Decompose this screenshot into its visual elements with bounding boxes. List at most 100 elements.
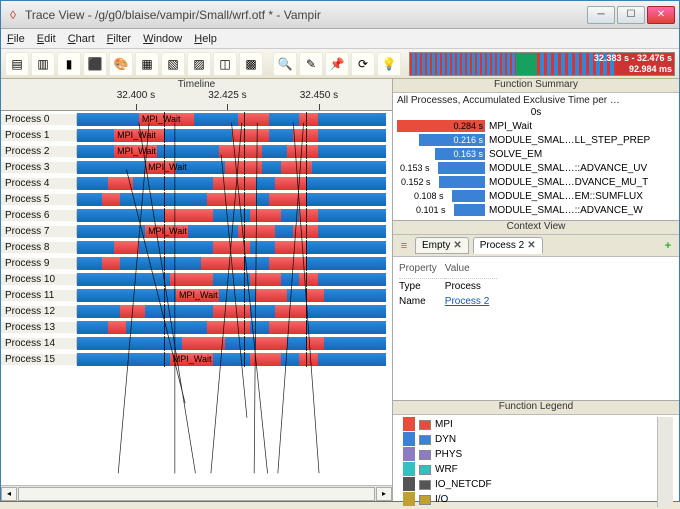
process-row[interactable]: Process 15MPI_Wait	[1, 351, 392, 367]
mpi-wait-bar[interactable]	[275, 241, 306, 254]
process-track[interactable]: MPI_Wait	[77, 225, 386, 238]
menu-help[interactable]: Help	[194, 33, 217, 45]
tab-empty[interactable]: Empty✕	[415, 237, 469, 254]
timeline-body[interactable]: Process 0MPI_WaitProcess 1MPI_WaitProces…	[1, 111, 392, 485]
grid1-icon[interactable]: ▧	[161, 52, 185, 76]
function-summary-row[interactable]: 0.108 sMODULE_SMAL…EM::SUMFLUX	[397, 189, 675, 203]
mpi-wait-bar[interactable]	[201, 257, 244, 270]
process-row[interactable]: Process 13	[1, 319, 392, 335]
process-row[interactable]: Process 12	[1, 303, 392, 319]
mpi-wait-bar[interactable]	[299, 113, 318, 126]
process-row[interactable]: Process 0MPI_Wait	[1, 111, 392, 127]
legend-item[interactable]: WRF	[419, 462, 653, 477]
legend-item[interactable]: DYN	[419, 432, 653, 447]
process-track[interactable]	[77, 257, 386, 270]
menu-edit[interactable]: Edit	[37, 33, 56, 45]
col-value[interactable]: Value	[445, 261, 497, 279]
process-track[interactable]: MPI_Wait	[77, 129, 386, 142]
function-summary-row[interactable]: 0.284 sMPI_Wait	[397, 119, 675, 133]
close-button[interactable]: ✕	[647, 6, 675, 24]
mpi-wait-bar[interactable]	[287, 145, 318, 158]
mpi-wait-bar[interactable]	[306, 289, 325, 302]
legend-item[interactable]: I/O	[419, 492, 653, 507]
grid2-icon[interactable]: ▨	[187, 52, 211, 76]
process-row[interactable]: Process 6	[1, 207, 392, 223]
legend-item[interactable]: PHYS	[419, 447, 653, 462]
process-icon[interactable]: ▥	[31, 52, 55, 76]
mpi-wait-bar[interactable]	[256, 337, 287, 350]
mpi-wait-bar[interactable]	[108, 321, 127, 334]
mpi-wait-bar[interactable]	[182, 337, 225, 350]
mpi-wait-bar[interactable]	[207, 193, 256, 206]
menu-filter[interactable]: Filter	[107, 33, 131, 45]
menu-chart[interactable]: Chart	[68, 33, 95, 45]
context-grid[interactable]: Property Value TypeProcessNameProcess 2	[393, 257, 679, 400]
mpi-wait-bar[interactable]	[102, 257, 121, 270]
palette-icon[interactable]: 🎨	[109, 52, 133, 76]
mpi-wait-bar[interactable]	[164, 209, 213, 222]
process-row[interactable]: Process 11MPI_Wait	[1, 287, 392, 303]
function-summary[interactable]: All Processes, Accumulated Exclusive Tim…	[393, 93, 679, 221]
prev-tab-icon[interactable]: ≡	[397, 239, 411, 253]
process-row[interactable]: Process 7MPI_Wait	[1, 223, 392, 239]
mpi-wait-bar[interactable]	[114, 241, 139, 254]
close-icon[interactable]: ✕	[527, 240, 535, 251]
add-tab-icon[interactable]: +	[661, 239, 675, 253]
process-track[interactable]	[77, 193, 386, 206]
mpi-wait-bar[interactable]	[299, 273, 318, 286]
process-row[interactable]: Process 3MPI_Wait	[1, 159, 392, 175]
summary-icon[interactable]: ▤	[5, 52, 29, 76]
function-summary-row[interactable]: 0.101 sMODULE_SMAL…::ADVANCE_W	[397, 203, 675, 217]
process-row[interactable]: Process 2MPI_Wait	[1, 143, 392, 159]
scroll-track[interactable]	[18, 487, 375, 501]
maximize-button[interactable]: ☐	[617, 6, 645, 24]
scroll-left-button[interactable]: ◂	[1, 487, 17, 501]
mpi-wait-bar[interactable]	[120, 305, 145, 318]
navigation-thumbnail[interactable]: 32.383 s - 32.476 s 92.984 ms	[409, 52, 675, 76]
mpi-wait-bar[interactable]	[108, 177, 133, 190]
compare-icon[interactable]: ◫	[213, 52, 237, 76]
search-icon[interactable]: ✎	[299, 52, 323, 76]
mpi-wait-bar[interactable]	[219, 145, 262, 158]
close-icon[interactable]: ✕	[453, 240, 461, 251]
tab-process-2[interactable]: Process 2✕	[473, 237, 543, 254]
bulb-icon[interactable]: 💡	[377, 52, 401, 76]
context-link[interactable]: Process 2	[445, 296, 489, 307]
function-summary-row[interactable]: 0.153 sMODULE_SMAL…::ADVANCE_UV	[397, 161, 675, 175]
mpi-wait-bar[interactable]	[170, 273, 213, 286]
mpi-wait-bar[interactable]	[250, 209, 281, 222]
bars-icon[interactable]: ▮	[57, 52, 81, 76]
process-track[interactable]: MPI_Wait	[77, 113, 386, 126]
process-track[interactable]: MPI_Wait	[77, 353, 386, 366]
timeline-hscrollbar[interactable]: ◂ ▸	[1, 485, 392, 501]
menu-window[interactable]: Window	[143, 33, 182, 45]
process-row[interactable]: Process 14	[1, 335, 392, 351]
process-row[interactable]: Process 9	[1, 255, 392, 271]
mpi-wait-bar[interactable]	[256, 289, 287, 302]
process-track[interactable]	[77, 305, 386, 318]
mpi-wait-bar[interactable]	[213, 177, 256, 190]
mpi-wait-bar[interactable]	[238, 113, 269, 126]
minimize-button[interactable]: ─	[587, 6, 615, 24]
table-icon[interactable]: ▦	[135, 52, 159, 76]
mpi-wait-bar[interactable]	[275, 177, 306, 190]
process-track[interactable]	[77, 321, 386, 334]
scroll-right-button[interactable]: ▸	[376, 487, 392, 501]
function-summary-row[interactable]: 0.216 sMODULE_SMAL…LL_STEP_PREP	[397, 133, 675, 147]
mpi-wait-bar[interactable]	[299, 353, 318, 366]
process-track[interactable]	[77, 177, 386, 190]
process-track[interactable]: MPI_Wait	[77, 161, 386, 174]
mpi-wait-bar[interactable]	[306, 337, 325, 350]
process-track[interactable]	[77, 273, 386, 286]
titlebar[interactable]: ◊ Trace View - /g/g0/blaise/vampir/Small…	[1, 1, 679, 29]
process-row[interactable]: Process 4	[1, 175, 392, 191]
mpi-wait-bar[interactable]	[269, 193, 306, 206]
refresh-icon[interactable]: ⟳	[351, 52, 375, 76]
histogram-icon[interactable]: ⬛	[83, 52, 107, 76]
mpi-wait-bar[interactable]	[250, 273, 281, 286]
legend-vscrollbar[interactable]	[657, 417, 673, 507]
legend-item[interactable]: IO_NETCDF	[419, 477, 653, 492]
process-track[interactable]	[77, 241, 386, 254]
zoom-icon[interactable]: 🔍	[273, 52, 297, 76]
mpi-wait-bar[interactable]	[281, 161, 312, 174]
